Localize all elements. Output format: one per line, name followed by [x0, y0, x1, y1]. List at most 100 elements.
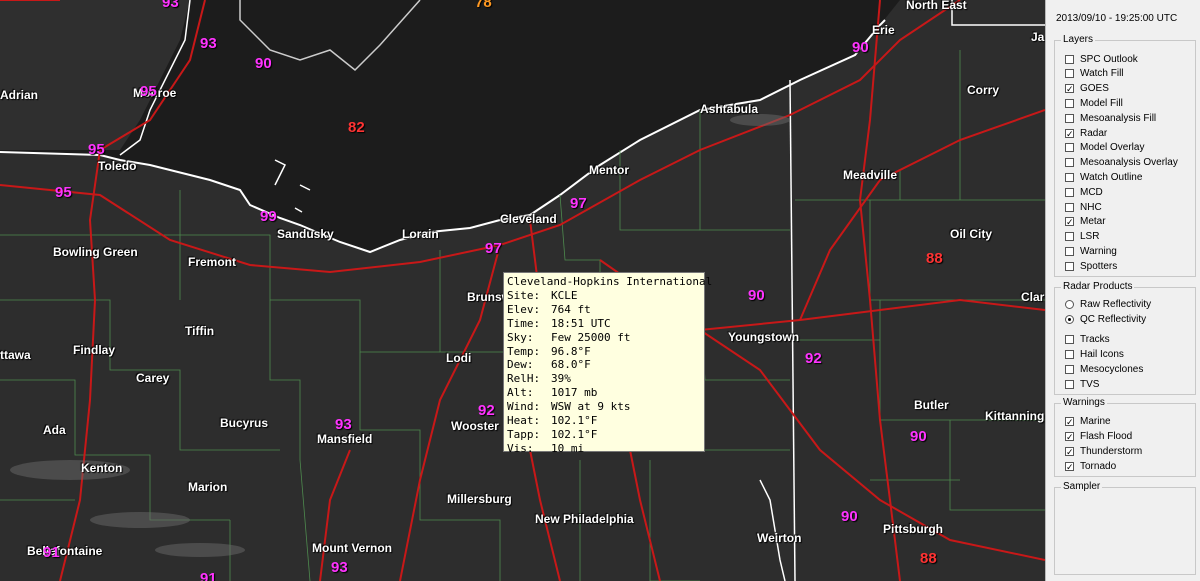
- checkbox[interactable]: [1065, 379, 1074, 389]
- temp-label[interactable]: 95: [55, 184, 72, 201]
- checkbox[interactable]: [1065, 143, 1074, 153]
- temp-label[interactable]: 90: [748, 287, 765, 304]
- temp-label[interactable]: 93: [331, 559, 348, 576]
- map-view[interactable]: North East Erie Ja Adrian Monroe Corry T…: [0, 0, 1045, 581]
- option-label: Watch Fill: [1080, 68, 1124, 80]
- station-detail-row: Time: 18:51 UTC: [507, 317, 701, 331]
- city-lodi: Lodi: [446, 351, 472, 365]
- checkbox[interactable]: [1065, 69, 1074, 79]
- city-pittsburgh: Pittsburgh: [883, 522, 943, 536]
- radio-button[interactable]: [1065, 314, 1074, 324]
- checkbox[interactable]: [1065, 217, 1074, 227]
- detail-label: RelH:: [507, 372, 541, 386]
- temp-label[interactable]: 90: [841, 508, 858, 525]
- radio-option[interactable]: Raw Reflectivity: [1065, 297, 1151, 311]
- temp-label[interactable]: 93: [200, 35, 217, 52]
- option-label: Hail Icons: [1080, 348, 1124, 360]
- station-detail-row: Wind: WSW at 9 kts: [507, 400, 701, 414]
- station-detail-row: Vis: 10 mi: [507, 442, 701, 456]
- option-label: NHC: [1080, 201, 1102, 213]
- temp-label[interactable]: 90: [255, 55, 272, 72]
- city-mentor: Mentor: [589, 163, 629, 177]
- option-label: Tracks: [1080, 333, 1110, 345]
- temp-label[interactable]: 92: [478, 402, 495, 419]
- checkbox-option[interactable]: MCD: [1065, 185, 1103, 199]
- option-label: Metar: [1080, 216, 1106, 228]
- checkbox-option[interactable]: NHC: [1065, 200, 1102, 214]
- temp-label[interactable]: 95: [88, 141, 105, 158]
- station-details: Site: KCLE Elev: 764 ft Time: 18:51 UTC Sky: Fe…: [507, 289, 701, 456]
- city-ada: Ada: [43, 423, 66, 437]
- checkbox-option[interactable]: Spotters: [1065, 259, 1117, 273]
- checkbox[interactable]: [1065, 349, 1074, 359]
- checkbox[interactable]: [1065, 261, 1074, 271]
- checkbox-option[interactable]: Hail Icons: [1065, 347, 1124, 361]
- radio-option[interactable]: QC Reflectivity: [1065, 312, 1146, 326]
- temp-label[interactable]: 91: [200, 570, 217, 581]
- checkbox-option[interactable]: GOES: [1065, 82, 1109, 96]
- temp-label[interactable]: 82: [348, 119, 365, 136]
- option-label: Mesoanalysis Fill: [1080, 112, 1157, 124]
- temp-label[interactable]: 88: [920, 550, 937, 567]
- temp-label[interactable]: 91: [43, 544, 60, 561]
- temp-label[interactable]: 78: [475, 0, 492, 11]
- checkbox-option[interactable]: Tornado: [1065, 459, 1116, 473]
- city-millersburg: Millersburg: [447, 492, 512, 506]
- checkbox[interactable]: [1065, 202, 1074, 212]
- city-erie: Erie: [872, 23, 895, 37]
- option-label: Mesocyclones: [1080, 363, 1144, 375]
- checkbox-option[interactable]: Mesocyclones: [1065, 362, 1143, 376]
- radio-button[interactable]: [1065, 299, 1074, 309]
- checkbox[interactable]: [1065, 334, 1074, 344]
- option-label: Model Overlay: [1080, 142, 1145, 154]
- checkbox-option[interactable]: Radar: [1065, 126, 1107, 140]
- checkbox[interactable]: [1065, 364, 1074, 374]
- detail-value: 1017 mb: [551, 386, 598, 400]
- temp-label[interactable]: 90: [852, 39, 869, 56]
- checkbox[interactable]: [1065, 172, 1074, 182]
- checkbox-option[interactable]: Warning: [1065, 244, 1117, 258]
- checkbox[interactable]: [1065, 54, 1074, 64]
- checkbox-option[interactable]: Metar: [1065, 215, 1106, 229]
- temp-label[interactable]: 97: [485, 240, 502, 257]
- checkbox[interactable]: [1065, 98, 1074, 108]
- checkbox[interactable]: [1065, 431, 1074, 441]
- checkbox-option[interactable]: Model Fill: [1065, 96, 1123, 110]
- checkbox[interactable]: [1065, 84, 1074, 94]
- checkbox-option[interactable]: SPC Outlook: [1065, 52, 1138, 66]
- checkbox-option[interactable]: Tracks: [1065, 332, 1110, 346]
- checkbox[interactable]: [1065, 113, 1074, 123]
- temp-label[interactable]: 93: [335, 416, 352, 433]
- option-label: Mesoanalysis Overlay: [1080, 157, 1178, 169]
- temp-label[interactable]: 92: [805, 350, 822, 367]
- temp-label[interactable]: 95: [140, 83, 157, 100]
- checkbox[interactable]: [1065, 128, 1074, 138]
- temp-label[interactable]: 97: [570, 195, 587, 212]
- checkbox[interactable]: [1065, 446, 1074, 456]
- temp-label[interactable]: 90: [910, 428, 927, 445]
- checkbox-option[interactable]: Mesoanalysis Fill: [1065, 111, 1156, 125]
- checkbox[interactable]: [1065, 232, 1074, 242]
- checkbox[interactable]: [1065, 416, 1074, 426]
- checkbox-option[interactable]: LSR: [1065, 230, 1099, 244]
- checkbox[interactable]: [1065, 187, 1074, 197]
- checkbox-option[interactable]: Watch Outline: [1065, 170, 1142, 184]
- checkbox[interactable]: [1065, 246, 1074, 256]
- checkbox-option[interactable]: Flash Flood: [1065, 429, 1132, 443]
- checkbox-option[interactable]: Marine: [1065, 414, 1111, 428]
- temp-label[interactable]: 99: [260, 208, 277, 225]
- temp-label[interactable]: 88: [926, 250, 943, 267]
- option-label: Watch Outline: [1080, 171, 1143, 183]
- detail-value: 96.8°F: [551, 344, 591, 358]
- checkbox-option[interactable]: Watch Fill: [1065, 67, 1124, 81]
- checkbox-option[interactable]: Model Overlay: [1065, 141, 1144, 155]
- city-corry: Corry: [967, 83, 1000, 97]
- checkbox-option[interactable]: Thunderstorm: [1065, 444, 1142, 458]
- detail-label: Sky:: [507, 330, 534, 344]
- checkbox-option[interactable]: Mesoanalysis Overlay: [1065, 156, 1178, 170]
- checkbox[interactable]: [1065, 158, 1074, 168]
- checkbox-option[interactable]: TVS: [1065, 377, 1099, 391]
- checkbox[interactable]: [1065, 461, 1074, 471]
- temp-label[interactable]: 93: [162, 0, 179, 11]
- datetime-display: 2013/09/10 - 19:25:00 UTC: [1056, 13, 1178, 24]
